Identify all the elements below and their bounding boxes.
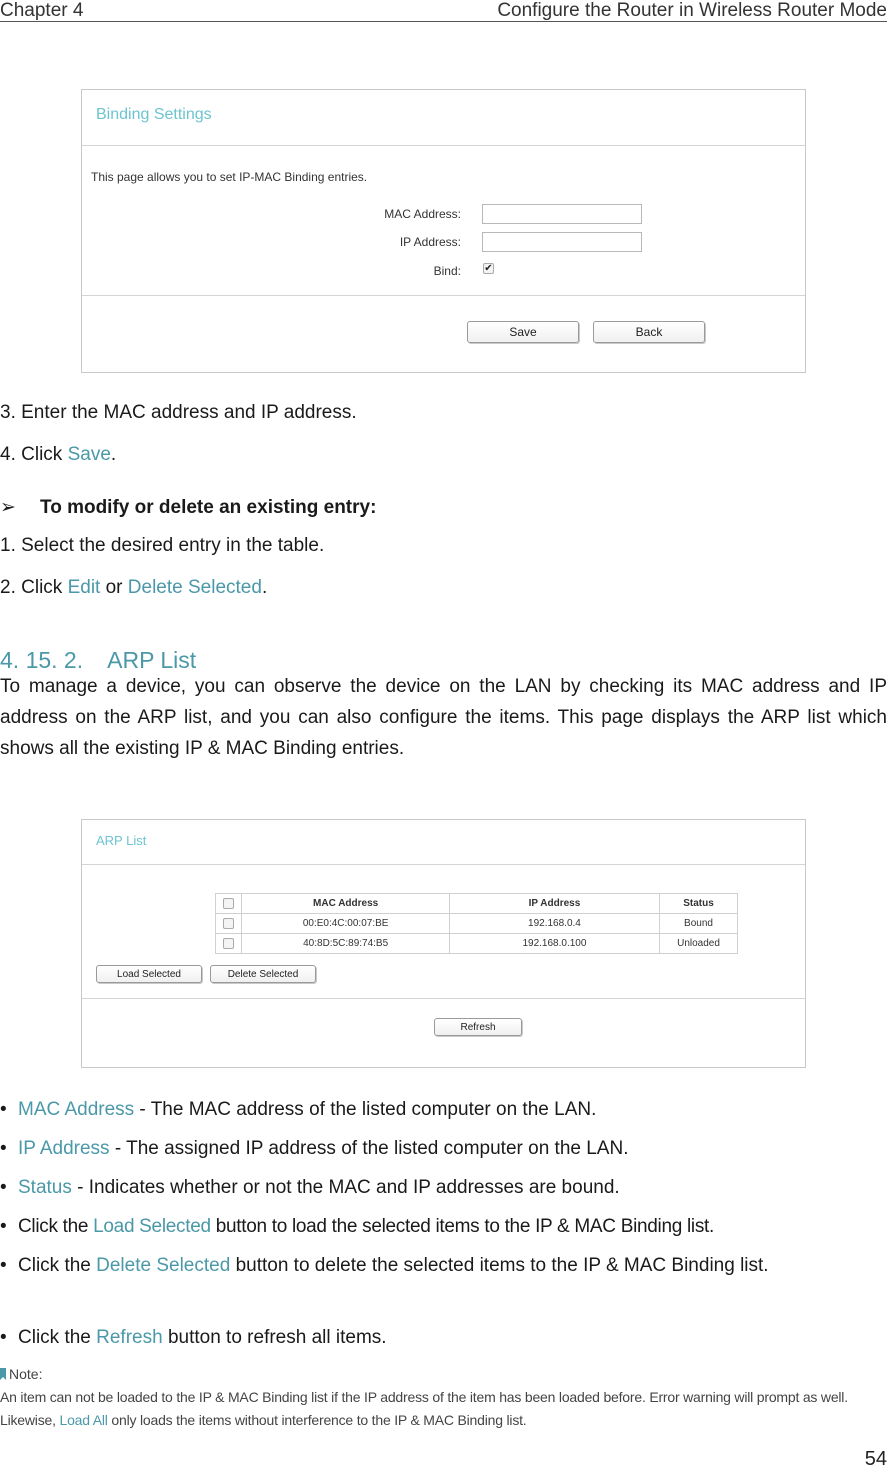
status-link[interactable]: Status: [18, 1177, 72, 1198]
step-3-text: 3. Enter the MAC address and IP address.: [0, 402, 357, 423]
modify-step-1: 1. Select the desired entry in the table…: [0, 535, 325, 556]
bind-label: Bind:: [433, 264, 461, 278]
binding-settings-panel: Binding Settings This page allows you to…: [81, 89, 806, 373]
delete-selected-button[interactable]: Delete Selected: [210, 965, 316, 983]
column-header-ip: IP Address: [448, 893, 661, 914]
mac-cell: 00:E0:4C:00:07:BE: [241, 913, 450, 934]
section-title: ARP List: [107, 647, 197, 673]
save-button[interactable]: Save: [467, 321, 579, 343]
note-body: An item can not be loaded to the IP & MA…: [0, 1386, 887, 1432]
ip-address-link[interactable]: IP Address: [18, 1138, 110, 1159]
panel-divider: [82, 864, 805, 865]
back-button[interactable]: Back: [593, 321, 705, 343]
note-label-text: Note:: [9, 1366, 43, 1382]
refresh-button[interactable]: Refresh: [434, 1018, 522, 1036]
step-4-suffix: .: [110, 444, 117, 465]
bullet-icon: •: [0, 1138, 7, 1159]
bullet-text: - The MAC address of the listed computer…: [134, 1099, 597, 1120]
step-3: 3. Enter the MAC address and IP address.: [0, 401, 357, 425]
column-header-mac: MAC Address: [241, 893, 450, 914]
modify-step-2: 2. Click Edit or Delete Selected.: [0, 576, 267, 600]
binding-settings-title: Binding Settings: [96, 106, 212, 123]
bullet-text: button to refresh all items.: [162, 1327, 387, 1348]
bullet-icon: •: [0, 1255, 7, 1276]
bullet-prefix: Click the: [18, 1216, 94, 1237]
bullet-text: button to load the selected items to the…: [210, 1216, 715, 1237]
arp-list-title: ARP List: [96, 833, 147, 848]
modify-heading-text: To modify or delete an existing entry:: [40, 497, 377, 518]
ip-cell: 192.168.0.4: [448, 913, 661, 934]
bullet-text: - The assigned IP address of the listed …: [109, 1138, 629, 1159]
status-cell: Bound: [659, 913, 738, 934]
mac-address-link[interactable]: MAC Address: [18, 1099, 134, 1120]
load-all-link[interactable]: Load All: [59, 1412, 107, 1428]
bullet-ip-address: • IP Address - The assigned IP address of…: [0, 1137, 628, 1161]
bullet-mac-address: • MAC Address - The MAC address of the li…: [0, 1098, 596, 1122]
step-4-text: 4. Click: [0, 444, 68, 465]
bookmark-icon: [0, 1368, 6, 1380]
binding-description: This page allows you to set IP-MAC Bindi…: [91, 170, 368, 184]
bullet-icon: •: [0, 1099, 7, 1120]
checkmark-icon: ✔: [484, 263, 493, 274]
modify-heading: ➢ To modify or delete an existing entry:: [0, 496, 376, 520]
table-header-row: MAC Address IP Address Status: [214, 893, 738, 914]
select-all-cell: [214, 893, 243, 914]
header-divider: [0, 21, 887, 22]
refresh-link[interactable]: Refresh: [96, 1327, 163, 1348]
panel-divider: [82, 295, 805, 296]
status-cell: Unloaded: [659, 933, 738, 954]
section-number: 4. 15. 2.: [0, 647, 84, 673]
note-label: Note:: [0, 1363, 42, 1386]
section-heading: 4. 15. 2. ARP List: [0, 647, 196, 674]
row-checkbox[interactable]: [223, 917, 235, 929]
bullet-delete-selected: • Click the Delete Selected button to del…: [0, 1246, 887, 1285]
chapter-label: Chapter 4: [0, 0, 84, 21]
bullet-text: - Indicates whether or not the MAC and I…: [71, 1177, 620, 1198]
modify-step-2-suffix: .: [261, 577, 268, 598]
row-checkbox[interactable]: [223, 937, 235, 949]
bullet-icon: •: [0, 1327, 7, 1348]
bullet-text: button to delete the selected items to t…: [230, 1255, 769, 1276]
row-select-cell: [214, 913, 243, 934]
row-select-cell: [214, 933, 243, 954]
table-row[interactable]: 40:8D:5C:89:74:B5 192.168.0.100 Unloaded: [214, 933, 738, 954]
section-header-title: Configure the Router in Wireless Router …: [497, 0, 887, 21]
mac-cell: 40:8D:5C:89:74:B5: [241, 933, 450, 954]
load-selected-link[interactable]: Load Selected: [93, 1216, 211, 1237]
bullet-icon: •: [0, 1216, 7, 1237]
mac-address-label: MAC Address:: [384, 207, 461, 221]
modify-step-2-prefix: 2. Click: [0, 577, 68, 598]
bind-checkbox[interactable]: ✔: [483, 263, 494, 274]
bullet-icon: •: [0, 1177, 7, 1198]
page-number: 54: [864, 1448, 887, 1470]
arp-table: MAC Address IP Address Status 00:E0:4C:0…: [214, 893, 738, 954]
load-selected-button[interactable]: Load Selected: [96, 965, 202, 983]
mac-address-input[interactable]: [482, 204, 642, 224]
bullet-prefix: Click the: [18, 1327, 97, 1348]
column-header-status: Status: [659, 893, 738, 914]
modify-step-2-mid: or: [100, 577, 128, 598]
ip-cell: 192.168.0.100: [448, 933, 661, 954]
note-text-suffix: only loads the items without interferenc…: [107, 1412, 527, 1428]
ip-address-label: IP Address:: [399, 235, 461, 249]
edit-link[interactable]: Edit: [68, 577, 101, 598]
save-link[interactable]: Save: [68, 444, 111, 465]
bullet-status: • Status - Indicates whether or not the M…: [0, 1176, 620, 1200]
panel-divider: [82, 145, 805, 146]
delete-selected-link[interactable]: Delete Selected: [96, 1255, 230, 1276]
select-all-checkbox[interactable]: [223, 897, 235, 909]
delete-selected-link[interactable]: Delete Selected: [128, 577, 262, 598]
bullet-prefix: Click the: [18, 1255, 97, 1276]
panel-divider: [82, 998, 805, 999]
bullet-load-selected: • Click the Load Selected button to load …: [0, 1215, 714, 1239]
section-intro: To manage a device, you can observe the …: [0, 676, 887, 759]
arrow-marker-icon: ➢: [0, 497, 16, 518]
arp-list-panel: ARP List MAC Address IP Address Status 0…: [81, 819, 806, 1068]
table-row[interactable]: 00:E0:4C:00:07:BE 192.168.0.4 Bound: [214, 913, 738, 934]
bullet-refresh: • Click the Refresh button to refresh all…: [0, 1326, 387, 1350]
step-4: 4. Click Save.: [0, 443, 116, 467]
ip-address-input[interactable]: [482, 232, 642, 252]
